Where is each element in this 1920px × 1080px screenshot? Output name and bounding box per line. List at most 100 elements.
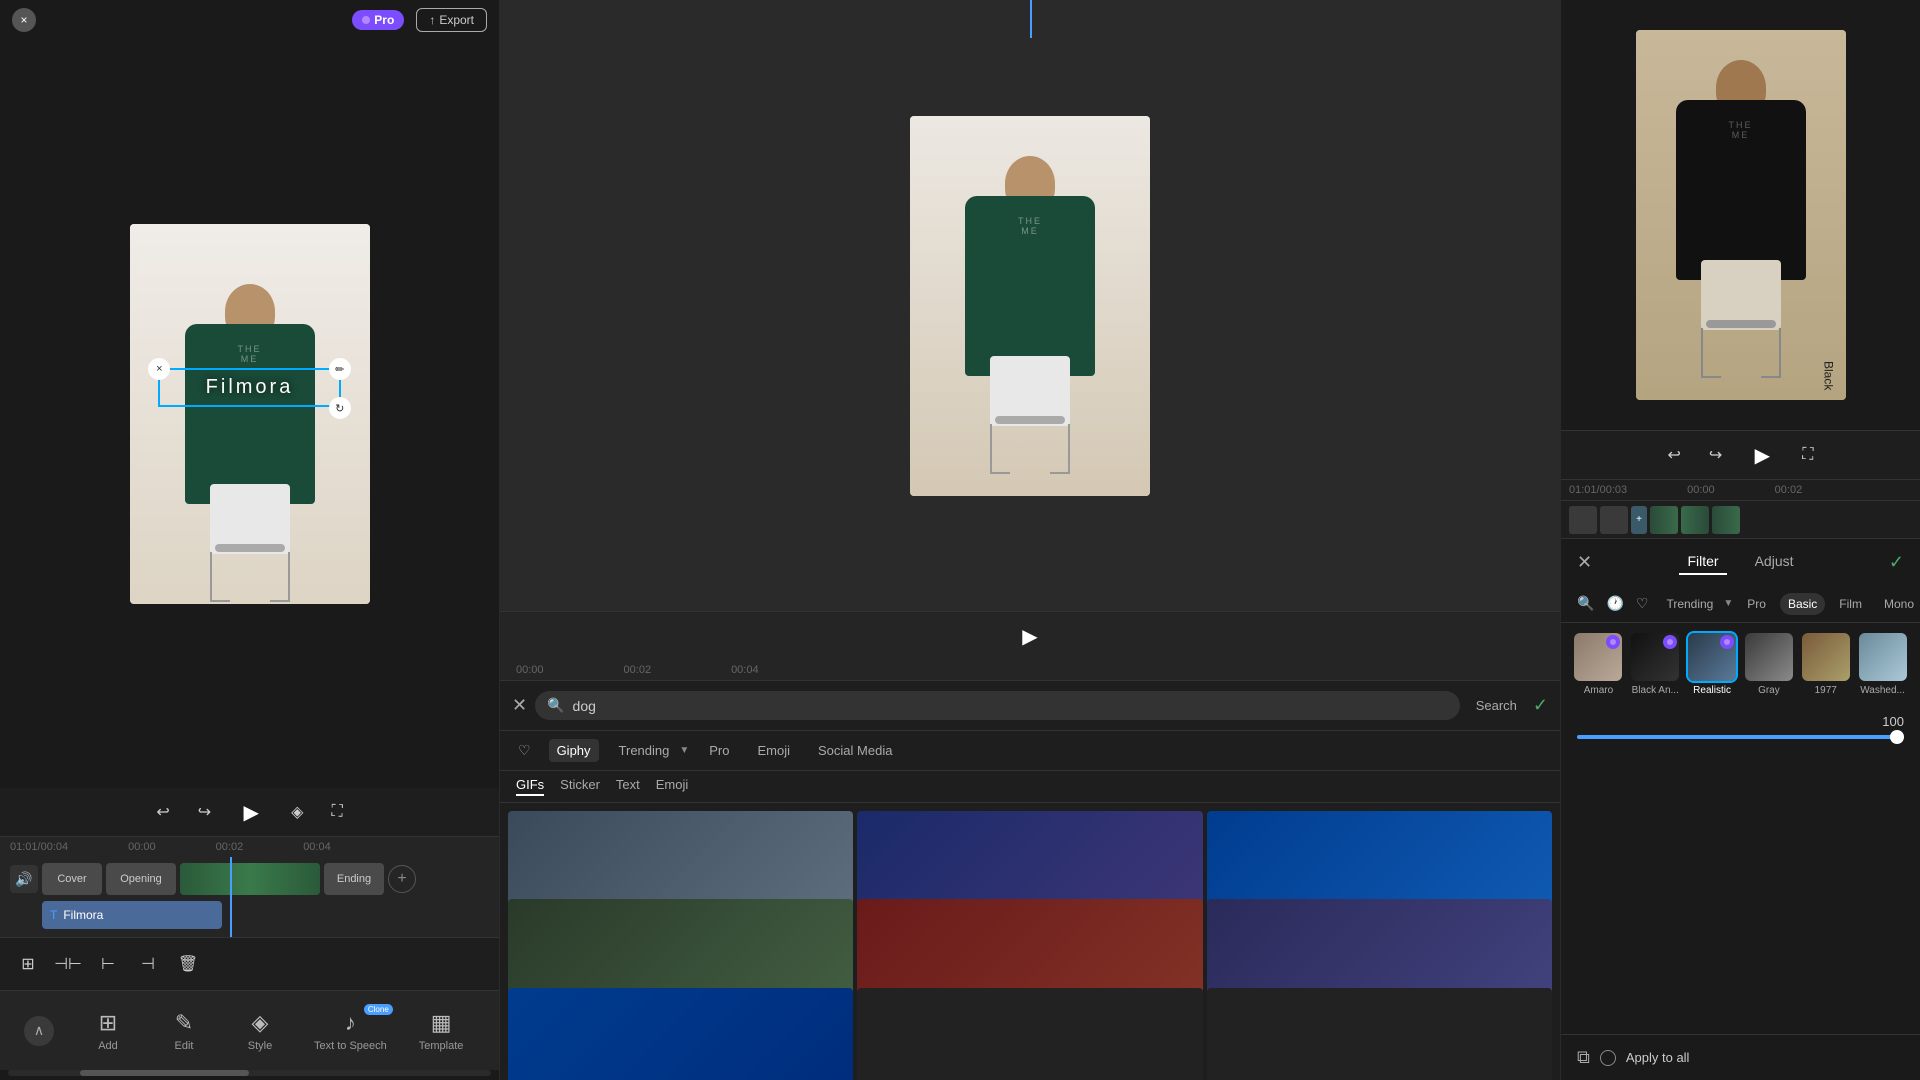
filter-favorites-button[interactable]: ♡: [1632, 591, 1653, 616]
giphy-search-bar: ✕ 🔍 Search ✓: [500, 681, 1560, 731]
audio-toggle[interactable]: 🔊: [10, 865, 38, 893]
sticker-subtab[interactable]: Sticker: [560, 777, 600, 796]
trending-tab[interactable]: Trending: [611, 739, 678, 762]
filter-tab[interactable]: Filter: [1679, 549, 1726, 575]
apply-all-row: ⧉ Apply to all: [1561, 1034, 1920, 1080]
filter-amaro[interactable]: Amaro: [1573, 633, 1624, 696]
emoji-subtab[interactable]: Emoji: [656, 777, 689, 796]
filter-grid: Amaro Black An... Realistic Gray: [1561, 623, 1920, 706]
search-input[interactable]: [573, 698, 1448, 714]
favorites-icon[interactable]: ♡: [512, 739, 537, 762]
filter-search-icon-button[interactable]: 🔍: [1573, 591, 1598, 616]
right-playback-controls: ↩ ↪ ▶ ⛶: [1561, 430, 1920, 479]
apply-all-checkbox[interactable]: [1600, 1050, 1616, 1066]
playhead: [230, 857, 232, 937]
right-preview-canvas: THEME Black: [1636, 30, 1846, 400]
clone-badge: Clone: [364, 1004, 393, 1015]
timeline-scrollbar[interactable]: [8, 1070, 491, 1076]
edit-toolbar: ⊞ ⊣⊢ ⊢ ⊣ 🗑: [0, 937, 499, 990]
gif-item-6[interactable]: BUFFALO: [508, 988, 853, 1080]
fullscreen-button[interactable]: ⛶: [327, 799, 346, 825]
thumb-4: [1681, 506, 1709, 534]
filter-washed[interactable]: Washed...: [1857, 633, 1908, 696]
adjust-tab[interactable]: Adjust: [1747, 549, 1802, 575]
delete-button[interactable]: 🗑: [170, 946, 206, 982]
filter-close-button[interactable]: ✕: [1577, 552, 1592, 573]
trim-button[interactable]: ⊢: [90, 946, 126, 982]
timeline-tracks: 🔊 Cover Opening Ending + T: [0, 857, 499, 937]
confirm-button[interactable]: ✓: [1533, 695, 1548, 716]
export-button[interactable]: ↑ Export: [416, 8, 487, 32]
undo-button[interactable]: ↩: [152, 798, 173, 826]
filter-panel-header: ✕ Filter Adjust ✓: [1561, 538, 1920, 585]
text-track[interactable]: T Filmora: [42, 901, 222, 929]
right-fullscreen-button[interactable]: ⛶: [1798, 442, 1817, 468]
text-overlay-content: Filmora: [160, 370, 338, 405]
giphy-tab[interactable]: Giphy: [549, 739, 599, 762]
close-button[interactable]: ×: [12, 8, 36, 32]
copy-button[interactable]: ⊞: [10, 946, 46, 982]
emoji-tab[interactable]: Emoji: [750, 739, 799, 762]
realistic-pro-badge: [1720, 635, 1734, 649]
split-button[interactable]: ⊣⊢: [50, 946, 86, 982]
basic-filter-btn[interactable]: Basic: [1780, 593, 1825, 615]
add-tool[interactable]: ⊞ Add: [86, 1010, 130, 1052]
gif-grid: 👤 🎈🎈🎈 HappyBirthday! ¡VAMOSLOS BILLS!: [500, 803, 1560, 1080]
cover-track[interactable]: Cover: [42, 863, 102, 895]
giphy-close-button[interactable]: ✕: [512, 695, 527, 716]
filter-1977[interactable]: 1977: [1800, 633, 1851, 696]
add-track-button[interactable]: +: [388, 865, 416, 893]
filter-gray[interactable]: Gray: [1743, 633, 1794, 696]
intensity-value: 100: [1577, 714, 1904, 729]
right-redo-button[interactable]: ↪: [1705, 441, 1726, 469]
filter-confirm-button[interactable]: ✓: [1889, 552, 1904, 573]
social-tab[interactable]: Social Media: [810, 739, 900, 762]
video-track[interactable]: [180, 863, 320, 895]
tts-tool-wrap: ♪ Text to Speech Clone: [314, 1010, 387, 1052]
expand-button[interactable]: ∧: [24, 1016, 54, 1046]
intensity-slider[interactable]: [1577, 735, 1904, 739]
trending-filter-btn[interactable]: Trending ▼: [1658, 593, 1733, 615]
style-tool[interactable]: ◈ Style: [238, 1010, 282, 1052]
timeline-ruler: 01:01/00:04 00:00 00:02 00:04: [0, 836, 499, 857]
copy-frames-button[interactable]: ⧉: [1577, 1047, 1590, 1068]
giphy-panel: ✕ 🔍 Search ✓ ♡ Giphy Trending ▼ Pro Emoj…: [500, 680, 1560, 1080]
search-button[interactable]: Search: [1468, 696, 1525, 715]
filter-black-an[interactable]: Black An...: [1630, 633, 1681, 696]
gif-item-7[interactable]: [857, 988, 1202, 1080]
trim2-button[interactable]: ⊣: [130, 946, 166, 982]
redo-button[interactable]: ↪: [194, 798, 215, 826]
search-icon: 🔍: [547, 697, 564, 714]
right-play-button[interactable]: ▶: [1746, 439, 1778, 471]
ending-track[interactable]: Ending: [324, 863, 384, 895]
gif-item-8[interactable]: [1207, 988, 1552, 1080]
left-play-button[interactable]: ▶: [235, 796, 267, 828]
apply-all-label[interactable]: Apply to all: [1626, 1050, 1690, 1065]
thumb-3: [1650, 506, 1678, 534]
right-timeline-thumbs: +: [1561, 500, 1920, 538]
template-tool[interactable]: ▦ Template: [419, 1010, 464, 1052]
keyframe-button[interactable]: ◈: [287, 798, 307, 826]
mono-filter-btn[interactable]: Mono: [1876, 593, 1920, 615]
text-rotate-handle[interactable]: ↻: [329, 397, 351, 419]
pro-filter-btn[interactable]: Pro: [1739, 593, 1774, 615]
pro-tab[interactable]: Pro: [701, 739, 737, 762]
text-subtab[interactable]: Text: [616, 777, 640, 796]
text-to-speech-tool[interactable]: ♪ Text to Speech: [314, 1010, 387, 1052]
film-filter-btn[interactable]: Film: [1831, 593, 1870, 615]
text-overlay-box[interactable]: × ✏ ↻ Filmora: [158, 368, 340, 407]
filter-history-button[interactable]: 🕐: [1602, 591, 1627, 616]
gifs-subtab[interactable]: GIFs: [516, 777, 544, 796]
filter-realistic[interactable]: Realistic: [1687, 633, 1738, 696]
right-undo-button[interactable]: ↩: [1663, 441, 1684, 469]
add-thumb-button[interactable]: +: [1631, 506, 1647, 534]
center-play-button[interactable]: ▶: [1014, 620, 1046, 652]
opening-track[interactable]: Opening: [106, 863, 176, 895]
left-preview-canvas: THEME × ✏ ↻ Filmora: [130, 224, 370, 604]
intensity-fill: [1577, 735, 1904, 739]
text-track-row: T Filmora: [42, 901, 489, 929]
text-edit-handle[interactable]: ✏: [329, 358, 351, 380]
center-timeline-ruler: 00:00 00:02 00:04: [500, 660, 1560, 680]
intensity-thumb[interactable]: [1890, 730, 1904, 744]
edit-tool[interactable]: ✎ Edit: [162, 1010, 206, 1052]
